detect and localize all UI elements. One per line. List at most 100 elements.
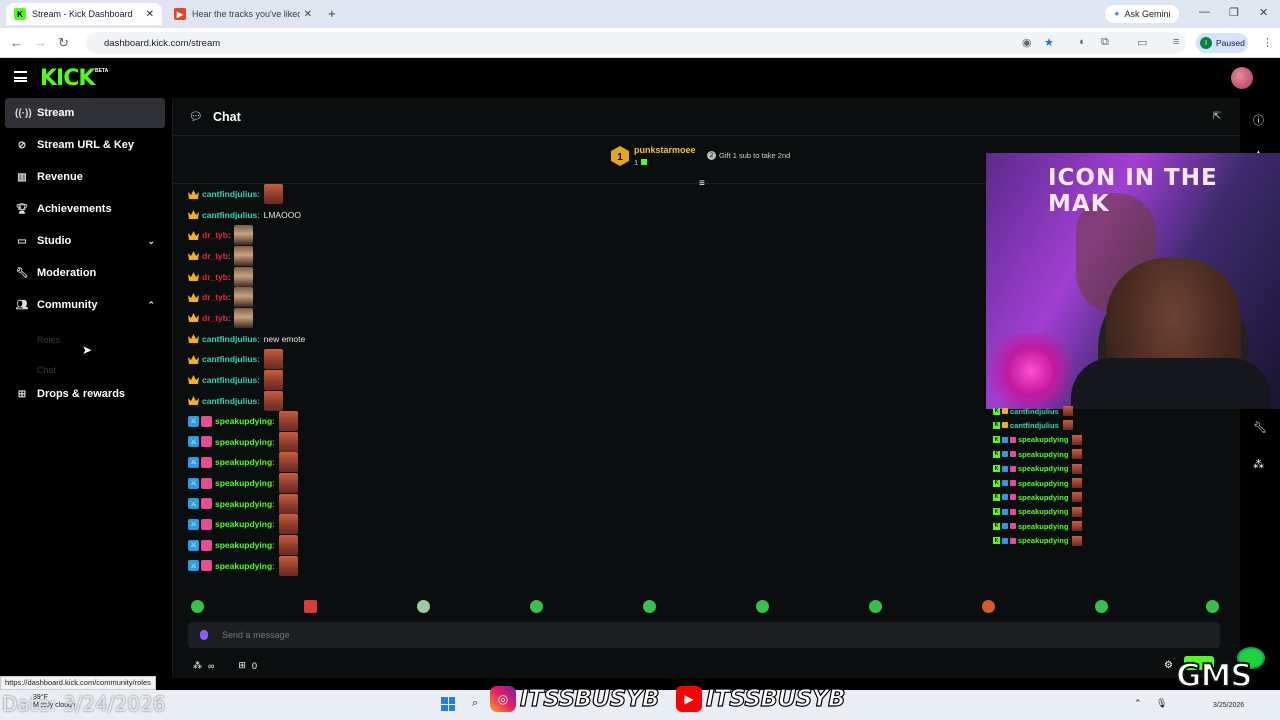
emote-face-icon[interactable] (982, 600, 995, 613)
chat-username[interactable]: dr_tyb (202, 230, 228, 240)
chat-username[interactable]: dr_tyb (202, 272, 228, 282)
overlay-sub-badge-icon (1010, 436, 1016, 443)
top-gifter-name[interactable]: punkstarmoee (634, 145, 696, 155)
media-icon[interactable]: ≡ (1173, 36, 1179, 48)
chat-username[interactable]: speakupdying (215, 478, 272, 488)
chat-username[interactable]: cantfindjulius (202, 375, 257, 385)
popout-icon[interactable]: ⇱ (1213, 111, 1221, 122)
info-icon[interactable]: ⓘ (1253, 112, 1264, 128)
chat-username[interactable]: cantfindjulius (202, 210, 257, 220)
sidebar-item-drops-rewards[interactable]: ⊞ Drops & rewards (5, 379, 165, 409)
chat-emote-icon[interactable] (278, 452, 298, 473)
chat-emote-icon[interactable] (263, 369, 283, 390)
chat-username[interactable]: dr_tyb (202, 251, 228, 261)
emote-orb-icon[interactable] (417, 600, 430, 613)
sidebar-item-community[interactable]: 👥︎ Community ⌃ (5, 290, 165, 320)
sidebar-item-stream-url-key[interactable]: ⊘ Stream URL & Key (5, 130, 165, 160)
chat-emote-icon[interactable] (278, 411, 298, 432)
chat-emote-icon[interactable] (234, 287, 254, 308)
emote-smile-icon[interactable] (756, 600, 769, 613)
back-icon[interactable]: ← (10, 35, 23, 50)
chat-emote-icon[interactable] (263, 184, 283, 204)
sidebar-item-studio[interactable]: ▭ Studio ⌄ (5, 226, 165, 256)
forward-icon[interactable]: → (34, 35, 47, 50)
ask-gemini-button[interactable]: ✦ Ask Gemini (1105, 5, 1179, 23)
chat-emote-icon[interactable] (263, 390, 283, 411)
emote-grin-icon[interactable] (1095, 600, 1108, 613)
address-bar[interactable]: dashboard.kick.com/stream (86, 32, 1186, 54)
emote-wink-icon[interactable] (1206, 600, 1219, 613)
chat-username[interactable]: cantfindjulius (202, 189, 257, 199)
chat-settings-gear-icon[interactable]: ⚙ (1164, 660, 1173, 671)
user-avatar[interactable] (1231, 67, 1253, 89)
chat-emote-icon[interactable] (278, 555, 298, 576)
restore-icon[interactable]: ❐ (1229, 6, 1239, 19)
chat-username[interactable]: cantfindjulius (202, 354, 257, 364)
chat-emote-icon[interactable] (278, 493, 298, 514)
tab-liked-tracks[interactable]: ▶ Hear the tracks you've liked: ✕ (166, 3, 320, 25)
chat-username[interactable]: speakupdying (215, 437, 272, 447)
chat-emote-icon[interactable] (278, 431, 298, 452)
puzzle-icon[interactable]: ⧉ (1101, 36, 1109, 49)
chat-username[interactable]: speakupdying (215, 457, 272, 467)
gift-to-take-second[interactable]: 2 Gift 1 sub to take 2nd (707, 151, 790, 160)
minimize-icon[interactable]: — (1199, 6, 1210, 18)
sidebar-item-moderation[interactable]: 🔧︎ Moderation (5, 258, 165, 288)
sidebar-item-stream[interactable]: ((·)) Stream (5, 98, 165, 128)
sidebar-subitem-chat[interactable]: Chat (37, 365, 56, 375)
tray-chevron-up-icon[interactable]: ⌃ (1134, 698, 1142, 709)
close-tab-icon[interactable]: ✕ (146, 9, 154, 20)
emote-chat-icon[interactable] (530, 600, 543, 613)
send-message-input[interactable] (222, 630, 1122, 640)
new-tab-icon[interactable]: + (328, 6, 336, 21)
tray-mic-icon[interactable]: 🎙︎ (1156, 698, 1167, 709)
extension-icon[interactable]: ◖ (1078, 36, 1085, 48)
chat-username[interactable]: dr_tyb (202, 313, 228, 323)
chat-username[interactable]: speakupdying (215, 416, 272, 426)
emote-red-icon[interactable] (304, 600, 317, 613)
sidepanel-icon[interactable]: ▭ (1137, 36, 1147, 49)
sidebar-item-revenue[interactable]: ▥ Revenue (5, 162, 165, 192)
sidebar-item-achievements[interactable]: 🏆︎ Achievements (5, 194, 165, 224)
overlay-emote-icon (1072, 492, 1083, 503)
search-icon[interactable]: ⌕ (472, 697, 478, 710)
chat-username[interactable]: speakupdying (215, 540, 272, 550)
chat-username[interactable]: speakupdying (215, 561, 272, 571)
chat-username[interactable]: dr_tyb (202, 292, 228, 302)
chat-emote-icon[interactable] (278, 535, 298, 556)
close-tab-icon[interactable]: ✕ (304, 9, 312, 20)
overlay-emote-icon (1072, 521, 1083, 532)
chat-username[interactable]: cantfindjulius (202, 396, 257, 406)
eye-icon[interactable]: ◉ (1022, 36, 1032, 49)
sidebar-subitem-roles[interactable]: Roles (37, 335, 60, 345)
points-icon[interactable]: ⁂ (193, 660, 202, 671)
windows-start-icon[interactable] (441, 697, 455, 711)
emote-dance-icon[interactable] (643, 600, 656, 613)
chat-username[interactable]: speakupdying (215, 519, 272, 529)
reload-icon[interactable]: ↻ (58, 35, 69, 51)
scroll-to-bottom-icon[interactable]: ≡ (699, 178, 705, 189)
kick-logo[interactable]: KICK (40, 66, 95, 91)
menu-kebab-icon[interactable]: ⋮ (1262, 36, 1273, 49)
hamburger-menu-icon[interactable] (14, 71, 27, 82)
emote-laugh-icon[interactable] (869, 600, 882, 613)
chat-username[interactable]: cantfindjulius (202, 334, 257, 344)
chat-emote-icon[interactable] (234, 245, 254, 266)
chat-emote-icon[interactable] (263, 349, 283, 370)
profile-button[interactable]: I Paused (1196, 33, 1248, 53)
chat-emote-icon[interactable] (234, 266, 254, 287)
bookmark-star-icon[interactable]: ★ (1044, 36, 1054, 49)
emote-green-icon[interactable] (191, 600, 204, 613)
gift-box-icon[interactable]: ⊞ (238, 660, 246, 671)
chat-emote-icon[interactable] (234, 307, 254, 328)
wrench-icon[interactable]: 🔧︎ (1253, 421, 1267, 434)
close-window-icon[interactable]: ✕ (1259, 6, 1268, 19)
tab-kick-dashboard[interactable]: K Stream - Kick Dashboard ✕ (6, 3, 162, 25)
chat-input-box[interactable] (188, 622, 1220, 648)
share-nodes-icon[interactable]: ⁂ (1253, 458, 1264, 471)
chat-username[interactable]: speakupdying (215, 499, 272, 509)
chat-emote-icon[interactable] (234, 225, 254, 246)
mic-icon[interactable] (200, 630, 208, 640)
chat-emote-icon[interactable] (278, 473, 298, 494)
chat-emote-icon[interactable] (278, 514, 298, 535)
